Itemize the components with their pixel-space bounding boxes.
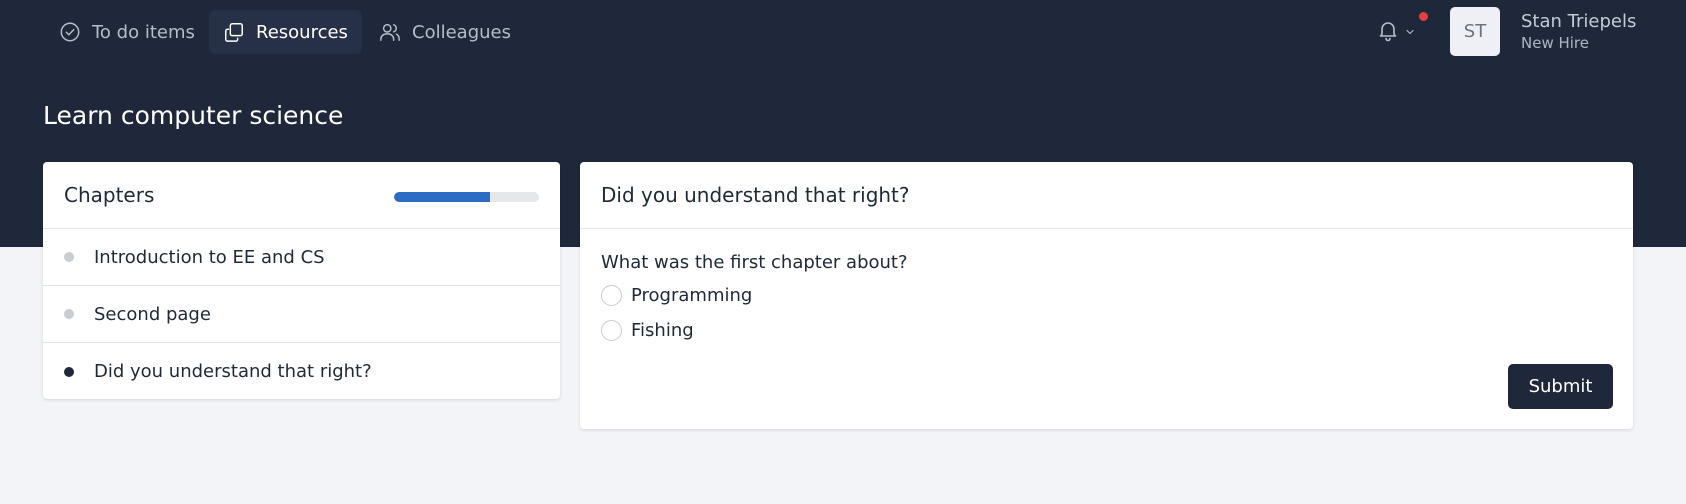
chapters-card: Chapters Introduction to EE and CS Secon… — [43, 162, 560, 399]
radio-button[interactable] — [601, 320, 622, 341]
users-icon — [379, 21, 401, 43]
avatar[interactable]: ST — [1450, 7, 1500, 56]
chapter-item-quiz[interactable]: Did you understand that right? — [43, 343, 560, 399]
chapter-label: Introduction to EE and CS — [94, 246, 325, 268]
chapter-status-dot — [64, 252, 74, 262]
nav-item-label: To do items — [92, 21, 195, 43]
option-label: Programming — [631, 285, 753, 306]
user-name: Stan Triepels — [1521, 11, 1637, 32]
chapter-item-second-page[interactable]: Second page — [43, 286, 560, 343]
top-nav: To do items Resources Colleagues ST Stan… — [0, 0, 1686, 64]
chapter-status-dot-current — [64, 366, 74, 377]
quiz-title: Did you understand that right? — [601, 183, 910, 207]
radio-button[interactable] — [601, 285, 622, 306]
nav-item-todo[interactable]: To do items — [45, 10, 209, 54]
progress-fill — [394, 192, 490, 202]
quiz-question: What was the first chapter about? — [601, 252, 908, 273]
quiz-option-fishing[interactable]: Fishing — [601, 320, 694, 341]
submit-button[interactable]: Submit — [1508, 364, 1613, 409]
check-circle-icon — [59, 21, 81, 43]
quiz-option-programming[interactable]: Programming — [601, 285, 752, 306]
user-role: New Hire — [1521, 34, 1589, 52]
chapter-status-dot — [64, 309, 74, 319]
chapter-item-introduction[interactable]: Introduction to EE and CS — [43, 229, 560, 286]
notification-badge — [1419, 12, 1428, 21]
nav-item-label: Colleagues — [412, 21, 511, 43]
chevron-down-icon — [1404, 26, 1416, 38]
bell-icon — [1376, 18, 1400, 46]
nav-item-label: Resources — [256, 21, 348, 43]
page-title: Learn computer science — [43, 101, 344, 130]
notifications-button[interactable] — [1376, 19, 1420, 45]
chapters-title: Chapters — [64, 183, 155, 207]
nav-item-colleagues[interactable]: Colleagues — [365, 10, 525, 54]
quiz-card: Did you understand that right? What was … — [580, 162, 1633, 429]
quiz-header: Did you understand that right? — [580, 162, 1633, 229]
chapter-list: Introduction to EE and CS Second page Di… — [43, 229, 560, 399]
chapters-progress-bar — [394, 192, 539, 202]
chapter-label: Second page — [94, 303, 211, 325]
nav-item-resources[interactable]: Resources — [209, 10, 362, 54]
option-label: Fishing — [631, 320, 694, 341]
chapter-label: Did you understand that right? — [94, 361, 372, 382]
copy-icon — [223, 21, 245, 43]
